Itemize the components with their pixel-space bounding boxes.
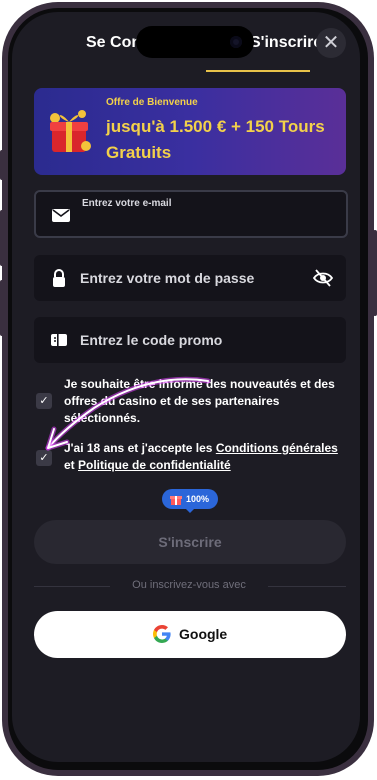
phone-side-button (0, 210, 4, 266)
age-terms-middle: et (64, 458, 79, 472)
signup-screen: Se Connecter S'inscrire ✕ Offre de Bienv… (12, 12, 360, 762)
badge-pointer (185, 508, 195, 513)
password-field[interactable]: Entrez votre mot de passe (34, 255, 346, 301)
age-terms-checkbox[interactable]: ✓ (36, 450, 52, 466)
eye-off-icon[interactable] (312, 267, 334, 289)
lock-icon (53, 269, 65, 287)
bonus-progress-badge: 100% (162, 489, 218, 509)
welcome-banner[interactable]: Offre de Bienvenue jusqu'à 1.500 € + 150… (34, 88, 346, 175)
active-tab-indicator (206, 70, 310, 72)
google-label: Google (179, 626, 228, 642)
google-signin-button[interactable]: Google (34, 611, 346, 658)
newsletter-consent-text: Je souhaite être informé des nouveautés … (64, 377, 335, 425)
newsletter-checkbox[interactable]: ✓ (36, 393, 52, 409)
banner-subtitle: Offre de Bienvenue (106, 97, 198, 108)
banner-headline: jusqu'à 1.500 € + 150 Tours Gratuits (106, 117, 325, 162)
divider-line (34, 586, 110, 587)
divider-line (268, 586, 346, 587)
phone-side-button (373, 230, 377, 316)
promo-placeholder: Entrez le code promo (80, 332, 223, 348)
terms-link[interactable]: Conditions générales (216, 441, 338, 455)
ticket-icon (51, 334, 67, 346)
bonus-progress-value: 100% (186, 494, 210, 504)
camera-icon (230, 36, 242, 48)
google-logo-icon (153, 625, 171, 643)
divider-text: Ou inscrivez-vous avec (132, 579, 246, 591)
close-button[interactable]: ✕ (316, 28, 346, 58)
tab-signup[interactable]: S'inscrire (250, 34, 322, 52)
phone-side-button (0, 150, 4, 180)
password-placeholder: Entrez votre mot de passe (80, 270, 255, 286)
gift-icon (170, 496, 182, 505)
signup-submit-button[interactable]: S'inscrire (34, 520, 346, 564)
promo-code-field[interactable]: Entrez le code promo (34, 317, 346, 363)
close-icon: ✕ (322, 32, 340, 54)
envelope-icon (52, 209, 70, 222)
email-label: Entrez votre e-mail (82, 198, 172, 209)
privacy-policy-link[interactable]: Politique de confidentialité (78, 458, 231, 472)
email-field[interactable]: Entrez votre e-mail (34, 190, 348, 238)
gift-icon (50, 110, 91, 152)
age-terms-text: J'ai 18 ans et j'accepte les Conditions … (64, 440, 344, 474)
age-terms-prefix: J'ai 18 ans et j'accepte les (64, 441, 216, 455)
phone-side-button (0, 280, 4, 336)
dynamic-island (136, 26, 254, 58)
